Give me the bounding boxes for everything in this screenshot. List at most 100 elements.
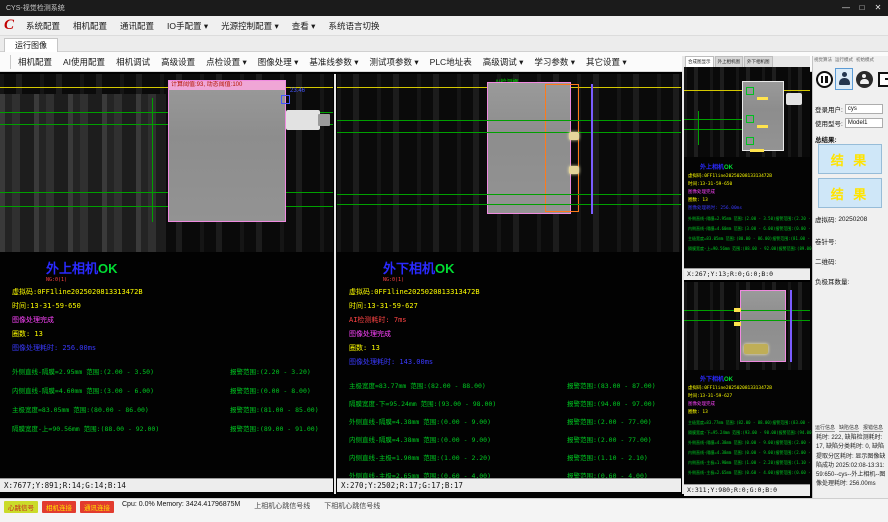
sidebar-header-tabs: 视觉算法 运行模式 初始模式 <box>814 57 874 63</box>
measurement-value: 内侧直线-主极=1.90mm 范围:(1.00 - 2.20) <box>349 452 567 462</box>
measure-box-overlay <box>281 95 290 104</box>
camera-result-title: 外下相机OK <box>383 258 677 277</box>
measurement-row: 内侧直线-隔膜=4.38mm 范围:(0.00 - 9.00)报警范围:(2.0… <box>688 450 808 456</box>
alarm-range: 报警范围:(81.00 - 85.00) <box>230 404 319 414</box>
measurement-value: 内侧直线-主极=1.90mm 范围:(1.00 - 2.20) <box>688 460 775 466</box>
app-window: CYS-视觉检测系统 — □ ✕ C 系统配置 相机配置 通讯配置 IO手配置 … <box>0 0 888 522</box>
pixel-coords-small-lower: X:311;Y:980;R:0;G:0;B:0 <box>684 484 810 496</box>
measurement-row: 主极宽度=83.05mm 范围:(80.00 - 86.00)报警范围:(81.… <box>688 236 808 242</box>
measurement-row: 主极宽度=83.05mm 范围:(80.00 - 86.00)报警范围:(81.… <box>12 404 329 414</box>
measurement-row: 隔膜宽度-上=90.56mm 范围:(88.00 - 92.00)报警范围:(8… <box>688 246 808 252</box>
result-box-text: 结 果 <box>831 184 870 203</box>
camera-name: 外上相机 <box>46 261 98 276</box>
tool-baseline-params[interactable]: 基准线参数 ▾ <box>309 56 358 68</box>
result-box-text: 结 果 <box>831 150 870 169</box>
camera-name: 外下相机 <box>383 261 435 276</box>
camera-result-title: 外下相机OK <box>700 374 808 383</box>
login-user-button[interactable] <box>835 68 853 90</box>
model-field[interactable]: Model1 <box>845 118 883 128</box>
comm-connect-badge: 通讯连接 <box>80 501 114 513</box>
time-line: 时间:13-31-59-627 <box>349 301 677 311</box>
tool-learning-params[interactable]: 学习参数 ▾ <box>534 56 575 68</box>
menu-item-comm-config[interactable]: 通讯配置 <box>120 20 154 32</box>
small-viewport-upper[interactable] <box>684 67 810 157</box>
header-tab[interactable]: 运行模式 <box>835 57 853 63</box>
log-tab-error-info[interactable]: 报错信息 <box>863 424 883 432</box>
tool-plc-address[interactable]: PLC地址表 <box>430 56 472 68</box>
small-view-composite-lower: 外下相机OK 虚拟码:0FF1line2025020813313472B 时间:… <box>684 282 810 496</box>
measure-line-green <box>337 194 681 195</box>
result-ok: OK <box>724 377 733 383</box>
pause-button[interactable] <box>815 68 833 90</box>
camera-result-title: 外上相机OK <box>700 162 808 171</box>
cell-region-overlay: 计算阈值:93, 动态阈值:100 <box>168 80 286 222</box>
minimize-icon[interactable]: — <box>838 1 854 15</box>
tool-spot-check[interactable]: 点检设置 ▾ <box>206 56 247 68</box>
tool-camera-debug[interactable]: 相机调试 <box>116 56 150 68</box>
tab-upper-camera-view[interactable]: 外上相机图 <box>715 56 744 67</box>
tab-count-label: 负极耳数量: <box>815 276 849 286</box>
close-icon[interactable]: ✕ <box>870 1 886 15</box>
exit-door-icon <box>878 72 888 87</box>
measure-label-mark <box>750 149 764 152</box>
small-view-tabs: 合成图显示 外上相机图 外下相机图 <box>684 56 810 67</box>
result-panel-upper: 外上相机OK NG:0(1) 虚拟码:0FF1line2025020813313… <box>12 258 329 433</box>
tabbar: 运行图像 <box>0 36 888 52</box>
detect-marker-green <box>746 115 754 123</box>
maximize-icon[interactable]: □ <box>854 1 870 15</box>
measurement-row: 主极宽度=83.77mm 范围:(82.00 - 88.00)报警范围:(83.… <box>349 380 677 390</box>
menu-item-system-config[interactable]: 系统配置 <box>26 20 60 32</box>
measure-line-green <box>337 120 681 121</box>
tool-camera-config[interactable]: 相机配置 <box>18 56 52 68</box>
header-tab[interactable]: 视觉算法 <box>814 57 832 63</box>
tool-other-settings[interactable]: 其它设置 ▾ <box>586 56 627 68</box>
ai-time-line: AI检测耗时: 7ms <box>349 315 677 325</box>
header-tab[interactable]: 初始模式 <box>856 57 874 63</box>
detect-marker-green <box>746 87 754 95</box>
highlight-spot <box>569 132 579 140</box>
measurement-row: 内侧直线-主极=1.90mm 范围:(1.00 - 2.20)报警范围:(1.1… <box>349 452 677 462</box>
log-text: 耗时: 222, 缺陷检测耗时: 17, 缺陷分类耗时: 0, 缺陷提取分区耗时… <box>816 434 886 490</box>
camera-viewport-upper[interactable]: 计算阈值:93, 动态阈值:100 23.46 <box>0 74 333 252</box>
tool-image-process[interactable]: 图像处理 ▾ <box>258 56 299 68</box>
tool-advanced-debug[interactable]: 高级调试 ▾ <box>483 56 524 68</box>
menu-item-language-switch[interactable]: 系统语言切换 <box>328 20 379 32</box>
camera-viewport-lower[interactable]: AI检测框 <box>337 74 681 252</box>
heartbeat-status-badge: 心跳信号 <box>4 501 38 513</box>
menu-item-view[interactable]: 查看 ▾ <box>292 20 316 32</box>
log-tab-defect-info[interactable]: 缺陷信息 <box>839 424 859 432</box>
login-user-field[interactable]: cys <box>845 104 883 114</box>
menu-item-light-config[interactable]: 光源控制配置 ▾ <box>221 20 279 32</box>
tool-advanced-settings[interactable]: 高级设置 <box>161 56 195 68</box>
tab-lower-camera-view[interactable]: 外下相机图 <box>744 56 773 67</box>
ng-note: NG:0(1) <box>383 277 677 283</box>
process-time-line: 图像处理耗时: 256.00ms <box>688 205 808 211</box>
tab-run-image[interactable]: 运行图像 <box>4 38 58 52</box>
result-panel-lower: 外下相机OK NG:0(1) 虚拟码:0FF1line2025020813313… <box>349 258 677 480</box>
menu-item-io-config[interactable]: IO手配置 ▾ <box>167 20 208 32</box>
user-manage-button[interactable] <box>855 68 873 90</box>
upper-camera-heartbeat-label: 上相机心跳信号线 <box>254 501 310 511</box>
menu-item-camera-config[interactable]: 相机配置 <box>73 20 107 32</box>
tool-ai-config[interactable]: AI使用配置 <box>63 56 105 68</box>
alarm-range: 报警范围:(2.00 - 77.00) <box>567 416 652 426</box>
alarm-range: 报警范围:(94.00 - 97.00) <box>567 398 656 408</box>
measurement-row: 隔膜宽度-下=95.24mm 范围:(93.00 - 98.00)报警范围:(9… <box>688 430 808 436</box>
needle-number-label: 卷针号: <box>815 236 836 246</box>
edge-line-purple <box>790 290 792 362</box>
exit-button[interactable] <box>875 68 888 90</box>
window-controls: — □ ✕ <box>838 1 886 15</box>
model-label: 使用型号: <box>815 118 843 128</box>
small-viewport-lower[interactable] <box>684 282 810 370</box>
measure-label-mark <box>757 125 768 128</box>
measure-line-green <box>337 204 681 205</box>
tool-test-params[interactable]: 测试项参数 ▾ <box>370 56 419 68</box>
measure-line-green <box>698 111 699 145</box>
time-line: 时间:13-31-59-650 <box>688 181 808 187</box>
log-tab-run-info[interactable]: 运行信息 <box>815 424 835 432</box>
tab-composite-view[interactable]: 合成图显示 <box>685 56 714 67</box>
barcode-line: 虚拟码:0FF1line2025020813313472B <box>349 287 677 297</box>
measurement-value: 隔膜宽度-上=90.56mm 范围:(88.00 - 92.00) <box>688 246 779 252</box>
virtual-code-row: 虚拟码: 20250208 <box>815 214 867 224</box>
time-line: 时间:13-31-59-627 <box>688 393 808 399</box>
